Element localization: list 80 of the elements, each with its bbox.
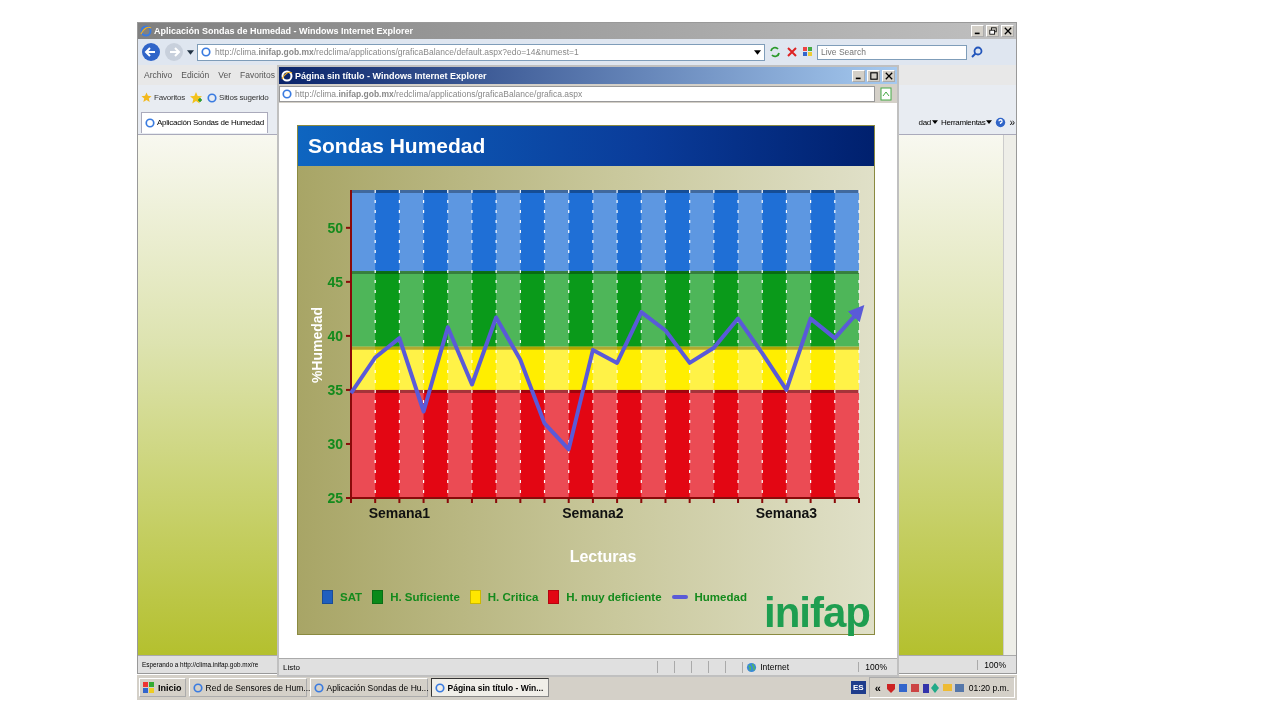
browser-icon [140,25,152,37]
taskbar-button[interactable]: Página sin título - Win... [430,678,549,697]
scrollbar[interactable] [1003,135,1016,655]
search-provider-icon[interactable] [802,46,814,58]
add-favorite-icon[interactable] [189,90,204,105]
x-axis-title: Lecturas [569,548,637,565]
zoom-control[interactable]: 100% [858,662,893,672]
command-menu[interactable]: Herramientas [941,117,993,127]
caret-icon [932,120,938,124]
caret-icon[interactable] [754,49,761,55]
start-button[interactable]: Inicio [139,678,186,697]
browser-icon [145,117,155,128]
globe-icon [746,661,758,673]
maximize-button[interactable] [867,69,880,82]
close-icon [884,71,893,80]
menu-item[interactable]: Archivo [144,70,173,80]
logo: inifap [764,592,870,634]
browser-icon [192,682,203,693]
command-menu[interactable]: dad [918,117,938,127]
page-icon [282,88,292,99]
minimize-button[interactable] [852,69,865,82]
menu-item[interactable]: Ver [218,70,231,80]
maximize-icon [869,71,878,80]
y-tick-label: 35 [327,381,343,398]
legend-label: H. Critica [487,591,539,603]
y-tick-label: 30 [327,435,343,452]
language-indicator[interactable]: ES [851,681,866,694]
history-dropdown-icon[interactable] [187,49,194,55]
star-icon [141,92,152,103]
stop-icon[interactable] [785,45,799,59]
windows-flag-icon [143,682,155,693]
back-button[interactable] [141,42,161,62]
legend-label: H. Suficiente [390,591,460,603]
close-icon [1003,27,1012,35]
status-text: Listo [283,662,300,672]
security-zone: Internet [742,661,857,673]
legend-label: SAT [340,591,363,603]
favorites-button[interactable]: Favoritos [140,91,187,104]
caret-icon [986,120,993,124]
legend-label: H. muy deficiente [566,591,662,603]
legend-line [671,595,688,599]
clock: 01:20 p.m. [968,682,1009,693]
close-button[interactable] [882,69,895,82]
browser-icon [313,682,324,693]
help-icon[interactable] [995,116,1007,128]
tray-expand-button[interactable]: « [874,681,881,694]
browser-icon [281,69,293,82]
browser-icon [207,92,218,103]
chart-title: Sondas Humedad [308,134,486,158]
x-tick-label: Semana3 [755,505,818,521]
browser-tab[interactable]: Aplicación Sondas de Humedad [141,111,268,133]
window-title: Página sin título - Windows Internet Explorer [295,70,487,81]
menu-item[interactable]: Edición [181,70,210,80]
address-field: http://clima.inifap.gob.mx/redclima/applications/graficaBalance/grafica.aspx [279,85,875,102]
suggested-sites-link[interactable]: Sitios sugerido [206,91,270,104]
close-button[interactable] [1001,25,1014,37]
x-tick-label: Semana1 [368,505,431,521]
status-text: Esperando a http://clima.inifap.gob.mx/re [142,660,259,669]
browser-icon [434,682,445,693]
window-title: Aplicación Sondas de Humedad - Windows Internet Explorer [154,26,413,36]
restore-button[interactable] [986,25,999,37]
zoom-control[interactable]: 100% [977,659,1012,670]
y-tick-label: 50 [327,219,343,236]
menu-item[interactable]: Favoritos [240,70,275,80]
y-tick-label: 25 [327,490,343,506]
search-field[interactable]: Live Search [817,44,967,60]
minimize-button[interactable] [971,25,984,37]
y-tick-label: 45 [327,273,343,290]
legend-label: Humedad [694,591,747,603]
x-tick-label: Semana2 [562,505,624,521]
tray-icons[interactable] [884,681,965,694]
taskbar-button[interactable]: Aplicación Sondas de Hu... [309,678,428,697]
page-icon [201,47,211,57]
search-icon[interactable] [970,45,984,59]
restore-icon [988,27,997,35]
refresh-icon[interactable] [768,45,782,59]
address-field[interactable]: http://clima.inifap.gob.mx/redclima/applications/graficaBalance/default.aspx?edo=14&numest=1 [197,43,765,61]
y-axis-title: %Humedad [309,306,325,384]
overflow-chevron[interactable]: » [1009,116,1015,128]
y-tick-label: 40 [327,327,343,344]
